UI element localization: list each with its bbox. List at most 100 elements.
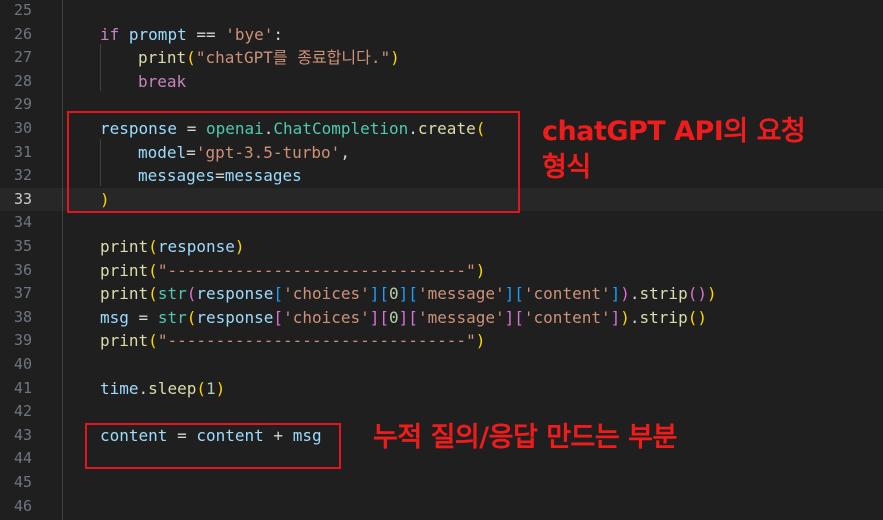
code-token: 'bye' — [225, 24, 274, 44]
annotation-api-line1: chatGPT API의 요청 — [542, 116, 806, 147]
code-token: 'message' — [417, 284, 505, 304]
line-number: 29 — [13, 95, 32, 114]
code-token: = — [128, 307, 158, 327]
line-number: 44 — [13, 449, 32, 468]
line-number: 35 — [13, 237, 32, 255]
code-token: ] — [610, 307, 621, 327]
code-token: ) — [706, 284, 717, 304]
line-number: 39 — [13, 331, 32, 350]
line-number: 33 — [13, 189, 32, 208]
code-token: strip — [639, 307, 688, 327]
code-line[interactable]: 26 if prompt == 'bye': — [0, 23, 883, 47]
code-text[interactable]: msg = str(response['choices'][0]['messag… — [100, 306, 707, 330]
code-text[interactable]: break — [138, 70, 186, 94]
code-token: : — [273, 24, 284, 44]
code-token: 0 — [389, 284, 399, 304]
annotation-api-line2: 형식 — [542, 152, 591, 183]
code-token: sleep — [148, 378, 197, 398]
code-token: ( — [148, 331, 158, 351]
code-token: ][ — [504, 307, 524, 327]
code-token: () — [687, 284, 707, 304]
code-line[interactable]: 35 print(response) — [0, 235, 883, 259]
line-number: 40 — [13, 355, 32, 373]
code-token: ( — [148, 237, 158, 256]
code-token: "-------------------------------" — [157, 260, 476, 280]
line-number: 37 — [13, 284, 32, 303]
line-number: 27 — [13, 48, 32, 67]
code-token: strip — [639, 284, 688, 304]
code-line[interactable]: 28 break — [0, 70, 883, 94]
code-token: print — [100, 331, 149, 351]
highlight-box-accumulate — [85, 423, 341, 469]
code-token: [ — [273, 284, 284, 304]
code-text[interactable]: print("-------------------------------") — [100, 259, 485, 283]
code-line[interactable]: 27 print("chatGPT를 종료합니다.") — [0, 46, 883, 70]
line-number: 45 — [13, 473, 32, 491]
code-token: ) — [620, 307, 630, 327]
code-token: str — [157, 307, 187, 327]
code-text[interactable]: if prompt == 'bye': — [100, 23, 283, 47]
code-token: ( — [148, 284, 158, 304]
code-token: ) — [234, 237, 245, 256]
code-token: 1 — [205, 378, 216, 398]
code-text[interactable]: print(response) — [100, 235, 245, 259]
code-line[interactable]: 36 print("-------------------------------… — [0, 259, 883, 283]
code-token: . — [629, 284, 640, 304]
code-token: ][ — [504, 284, 524, 304]
code-token: response — [196, 307, 274, 327]
code-token: . — [629, 307, 640, 327]
code-token: time — [100, 378, 139, 398]
code-line[interactable]: 41 time.sleep(1) — [0, 377, 883, 401]
code-line[interactable]: 45 — [0, 471, 883, 495]
code-text[interactable]: print("chatGPT를 종료합니다.") — [138, 46, 400, 70]
line-number: 34 — [13, 213, 32, 232]
code-token: ( — [186, 284, 197, 304]
code-token: ][ — [398, 307, 418, 327]
code-line[interactable]: 25 — [0, 0, 883, 23]
code-token: msg — [100, 307, 129, 327]
code-token: () — [687, 307, 707, 327]
code-editor[interactable]: 25 26 if prompt == 'bye': 27 print("chatGPT를… — [0, 0, 883, 520]
line-number: 28 — [13, 71, 32, 90]
code-token: print — [100, 237, 149, 256]
code-token: "chatGPT를 종료합니다." — [195, 48, 391, 68]
line-number: 30 — [13, 119, 32, 137]
code-token: ( — [186, 48, 196, 68]
code-token: str — [157, 284, 187, 304]
code-token: prompt — [128, 24, 187, 44]
code-token: ][ — [369, 307, 390, 327]
code-line[interactable]: 39 print("-------------------------------… — [0, 329, 883, 353]
code-token: if — [100, 24, 120, 44]
code-token: 0 — [389, 307, 399, 327]
line-number: 46 — [13, 496, 32, 515]
code-token: 'choices' — [283, 284, 370, 304]
code-token: == — [186, 24, 226, 44]
code-token: 'message' — [417, 307, 505, 327]
code-line[interactable]: 46 — [0, 495, 883, 519]
code-token: ) — [475, 260, 486, 280]
code-token: print — [138, 48, 187, 68]
code-text[interactable]: time.sleep(1) — [100, 377, 225, 401]
code-text[interactable]: print(str(response['choices'][0]['messag… — [100, 282, 717, 306]
code-token: ( — [186, 307, 197, 327]
code-token: ( — [196, 378, 206, 398]
code-token: . — [138, 378, 149, 398]
code-line[interactable]: 40 — [0, 353, 883, 377]
code-text[interactable]: print("-------------------------------") — [100, 329, 485, 353]
line-number: 32 — [13, 166, 32, 185]
code-line[interactable]: 38 msg = str(response['choices'][0]['mess… — [0, 306, 883, 330]
line-number: 42 — [13, 402, 32, 421]
code-token: 'choices' — [283, 307, 370, 327]
code-line[interactable]: 34 — [0, 211, 883, 235]
line-number: 43 — [13, 425, 32, 444]
code-token: ) — [390, 48, 400, 68]
line-number: 36 — [13, 260, 32, 279]
code-token: break — [138, 71, 187, 91]
line-number: 38 — [13, 307, 32, 326]
code-line[interactable]: 37 print(str(response['choices'][0]['mess… — [0, 282, 883, 306]
code-token: print — [100, 260, 149, 280]
annotation-api-request: chatGPT API의 요청 형식 — [542, 114, 806, 186]
highlight-box-api-request — [67, 111, 520, 213]
line-number: 25 — [13, 1, 32, 19]
